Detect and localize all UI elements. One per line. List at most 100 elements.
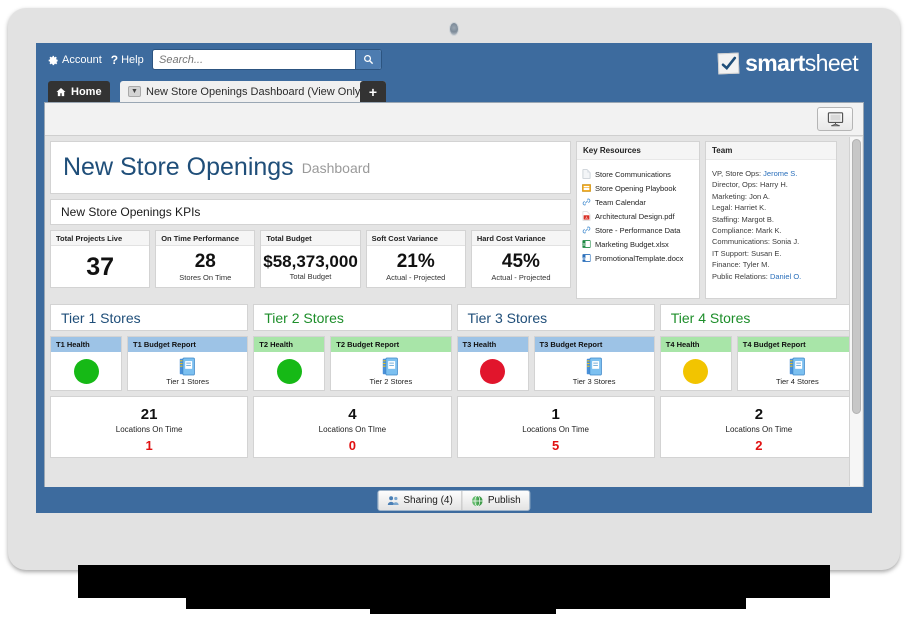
key-resource-label: Marketing Budget.xlsx (595, 240, 669, 249)
kpi-card: On Time Performance 28 Stores On Time (155, 230, 255, 288)
tab-home-label: Home (71, 86, 102, 98)
key-resource-item[interactable]: X Marketing Budget.xlsx (582, 237, 694, 251)
kpi-value: 28 (195, 252, 216, 272)
team-header: Team (706, 142, 836, 160)
key-resource-label: Architectural Design.pdf (595, 212, 675, 221)
presentation-mode-button[interactable] (817, 107, 853, 131)
team-member-role: Staffing: (712, 215, 739, 224)
kpi-note: Total Budget (290, 272, 332, 281)
account-menu[interactable]: Account (48, 54, 102, 66)
tab-home[interactable]: Home (48, 81, 110, 102)
tier-ontime-value: 4 (348, 406, 356, 423)
kpi-value: 45% (502, 252, 540, 272)
key-resource-label: Store Opening Playbook (595, 184, 676, 193)
new-tab-button[interactable]: + (360, 81, 386, 102)
team-member-row: Compliance: Mark K. (712, 225, 830, 236)
team-member-name: Harriet K. (735, 203, 767, 212)
dashboard-scrollbar[interactable] (849, 137, 862, 486)
key-resource-label: Team Calendar (595, 198, 646, 207)
tier-column: Tier 2 Stores T2 Health T2 Budget Report… (253, 304, 451, 458)
team-member-role: VP, Store Ops: (712, 169, 761, 178)
kpi-row: Total Projects Live 37 On Time Performan… (50, 230, 571, 288)
tier-report-link[interactable]: Tier 2 Stores (370, 377, 413, 386)
tier-health-widget: T3 Health (457, 336, 529, 391)
tier-report-link[interactable]: Tier 4 Stores (776, 377, 819, 386)
key-resource-item[interactable]: Team Calendar (582, 195, 694, 209)
tier-report-header: T3 Budget Report (535, 337, 654, 352)
team-member-name: Harry H. (760, 180, 788, 189)
sheet-icon (582, 183, 591, 193)
home-icon (56, 87, 66, 97)
question-icon: ? (111, 53, 118, 67)
team-member-name[interactable]: Daniel O. (770, 272, 801, 281)
globe-icon (472, 495, 484, 507)
kpi-value: 21% (397, 252, 435, 272)
search-input[interactable] (153, 50, 355, 69)
tier-ontime-value: 1 (551, 406, 559, 423)
sharing-label: Sharing (4) (403, 495, 452, 506)
tier-health-widget: T1 Health (50, 336, 122, 391)
help-menu[interactable]: ? Help (111, 53, 144, 67)
workspace: New Store Openings Dashboard New Store O… (44, 102, 864, 487)
checkbox-icon (718, 53, 740, 75)
kpi-card: Total Budget $58,373,000 Total Budget (260, 230, 360, 288)
team-member-name: Sonia J. (772, 237, 799, 246)
tab-dashboard[interactable]: ▼ New Store Openings Dashboard (View Onl… (120, 81, 386, 102)
word-icon: W (582, 253, 591, 263)
kpi-value: $58,373,000 (263, 253, 358, 271)
health-status-icon (480, 359, 505, 384)
dashboard-main-column: New Store Openings Dashboard New Store O… (50, 141, 571, 299)
link-icon (582, 197, 591, 207)
logo-text-light: sheet (805, 50, 858, 76)
document-icon (582, 169, 591, 179)
kpi-note: Stores On Time (179, 273, 231, 282)
tier-late-value: 5 (552, 438, 559, 453)
tier-report-link[interactable]: Tier 3 Stores (573, 377, 616, 386)
kpi-section-header: New Store Openings KPIs (50, 199, 571, 225)
key-resource-item[interactable]: Store Opening Playbook (582, 181, 694, 195)
team-member-name: Mark K. (756, 226, 782, 235)
tier-health-widget: T2 Health (253, 336, 325, 391)
tier-ontime-widget: 1 Locations On Time 5 (457, 396, 655, 458)
team-panel: Team VP, Store Ops: Jerome S. Director, … (705, 141, 837, 299)
report-icon (789, 357, 806, 376)
team-member-name: Jon A. (749, 192, 770, 201)
tier-ontime-label: Locations On TIme (319, 425, 386, 434)
team-member-role: Communications: (712, 237, 770, 246)
team-member-name: Margot B. (741, 215, 774, 224)
kpi-header: Hard Cost Variance (472, 231, 570, 246)
team-member-role: Director, Ops: (712, 180, 758, 189)
key-resource-item[interactable]: Store - Performance Data (582, 223, 694, 237)
search-box[interactable] (152, 49, 382, 70)
chevron-down-icon[interactable]: ▼ (128, 86, 141, 97)
tier-column: Tier 4 Stores T4 Health T4 Budget Report… (660, 304, 858, 458)
report-icon (179, 357, 196, 376)
tier-report-link[interactable]: Tier 1 Stores (166, 377, 209, 386)
tier-health-header: T4 Health (661, 337, 731, 352)
tier-ontime-widget: 2 Locations On Time 2 (660, 396, 858, 458)
key-resource-item[interactable]: Store Communications (582, 167, 694, 181)
sharing-button[interactable]: Sharing (4) (378, 491, 461, 510)
team-member-role: Marketing: (712, 192, 747, 201)
tab-bar: Home ▼ New Store Openings Dashboard (Vie… (36, 81, 872, 102)
laptop-base-foot (370, 606, 556, 614)
team-member-row: Director, Ops: Harry H. (712, 179, 830, 190)
kpi-card: Total Projects Live 37 (50, 230, 150, 288)
key-resource-label: PromotionalTemplate.docx (595, 254, 683, 263)
health-status-icon (683, 359, 708, 384)
kpi-note: Actual - Projected (386, 273, 445, 282)
team-member-name[interactable]: Jerome S. (763, 169, 797, 178)
tier-ontime-label: Locations On Time (726, 425, 793, 434)
key-resource-item[interactable]: W PromotionalTemplate.docx (582, 251, 694, 265)
key-resource-item[interactable]: A Architectural Design.pdf (582, 209, 694, 223)
search-icon (363, 54, 374, 65)
tier-report-header: T2 Budget Report (331, 337, 450, 352)
tier-ontime-label: Locations On Time (116, 425, 183, 434)
status-bar: Sharing (4) Publish (36, 487, 872, 513)
webcam-icon (449, 22, 459, 36)
publish-button[interactable]: Publish (462, 491, 530, 510)
team-member-row: Marketing: Jon A. (712, 191, 830, 202)
scrollbar-thumb[interactable] (852, 139, 861, 414)
tier-report-header: T4 Budget Report (738, 337, 857, 352)
search-button[interactable] (355, 50, 381, 69)
